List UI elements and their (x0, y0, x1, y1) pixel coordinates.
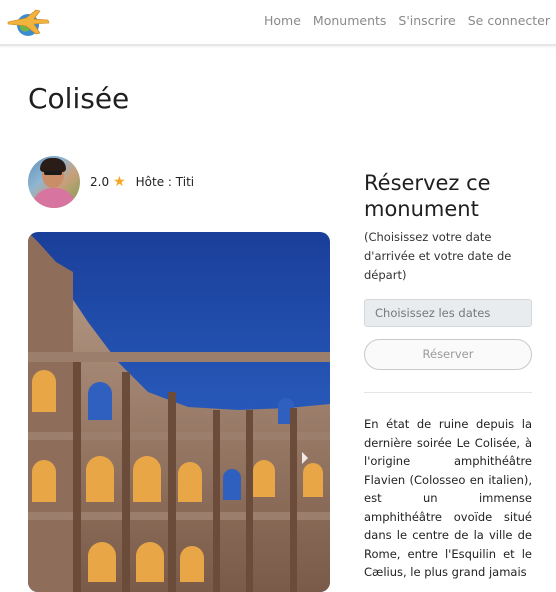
host-label: Hôte : Titi (135, 175, 195, 189)
nav-register[interactable]: S'inscrire (398, 13, 455, 28)
host-avatar (28, 156, 80, 208)
nav-monuments[interactable]: Monuments (313, 13, 386, 28)
booking-title: Réservez ce monument (364, 171, 491, 221)
reserve-button[interactable]: Réserver (364, 339, 532, 370)
booking-subtitle: (Choisissez votre date d'arrivée et votr… (364, 230, 512, 282)
divider (364, 392, 532, 393)
rating-value: 2.0 (90, 175, 110, 189)
plane-globe-logo[interactable] (6, 6, 50, 38)
nav-links: Home Monuments S'inscrire Se connecter (264, 13, 550, 28)
host-info: 2.0 ★ Hôte : Titi (28, 156, 194, 208)
monument-photo (28, 232, 330, 592)
page-title: Colisée (28, 82, 130, 115)
nav-home[interactable]: Home (264, 13, 301, 28)
booking-panel: Réservez ce monument (Choisissez votre d… (364, 170, 532, 582)
date-picker-input[interactable]: Choisissez les dates (364, 299, 532, 327)
host-rating: 2.0 ★ (90, 174, 132, 190)
navbar: Home Monuments S'inscrire Se connecter (0, 0, 556, 46)
nav-login[interactable]: Se connecter (468, 13, 550, 28)
star-icon: ★ (113, 174, 126, 190)
monument-description: En état de ruine depuis la dernière soir… (364, 417, 532, 579)
